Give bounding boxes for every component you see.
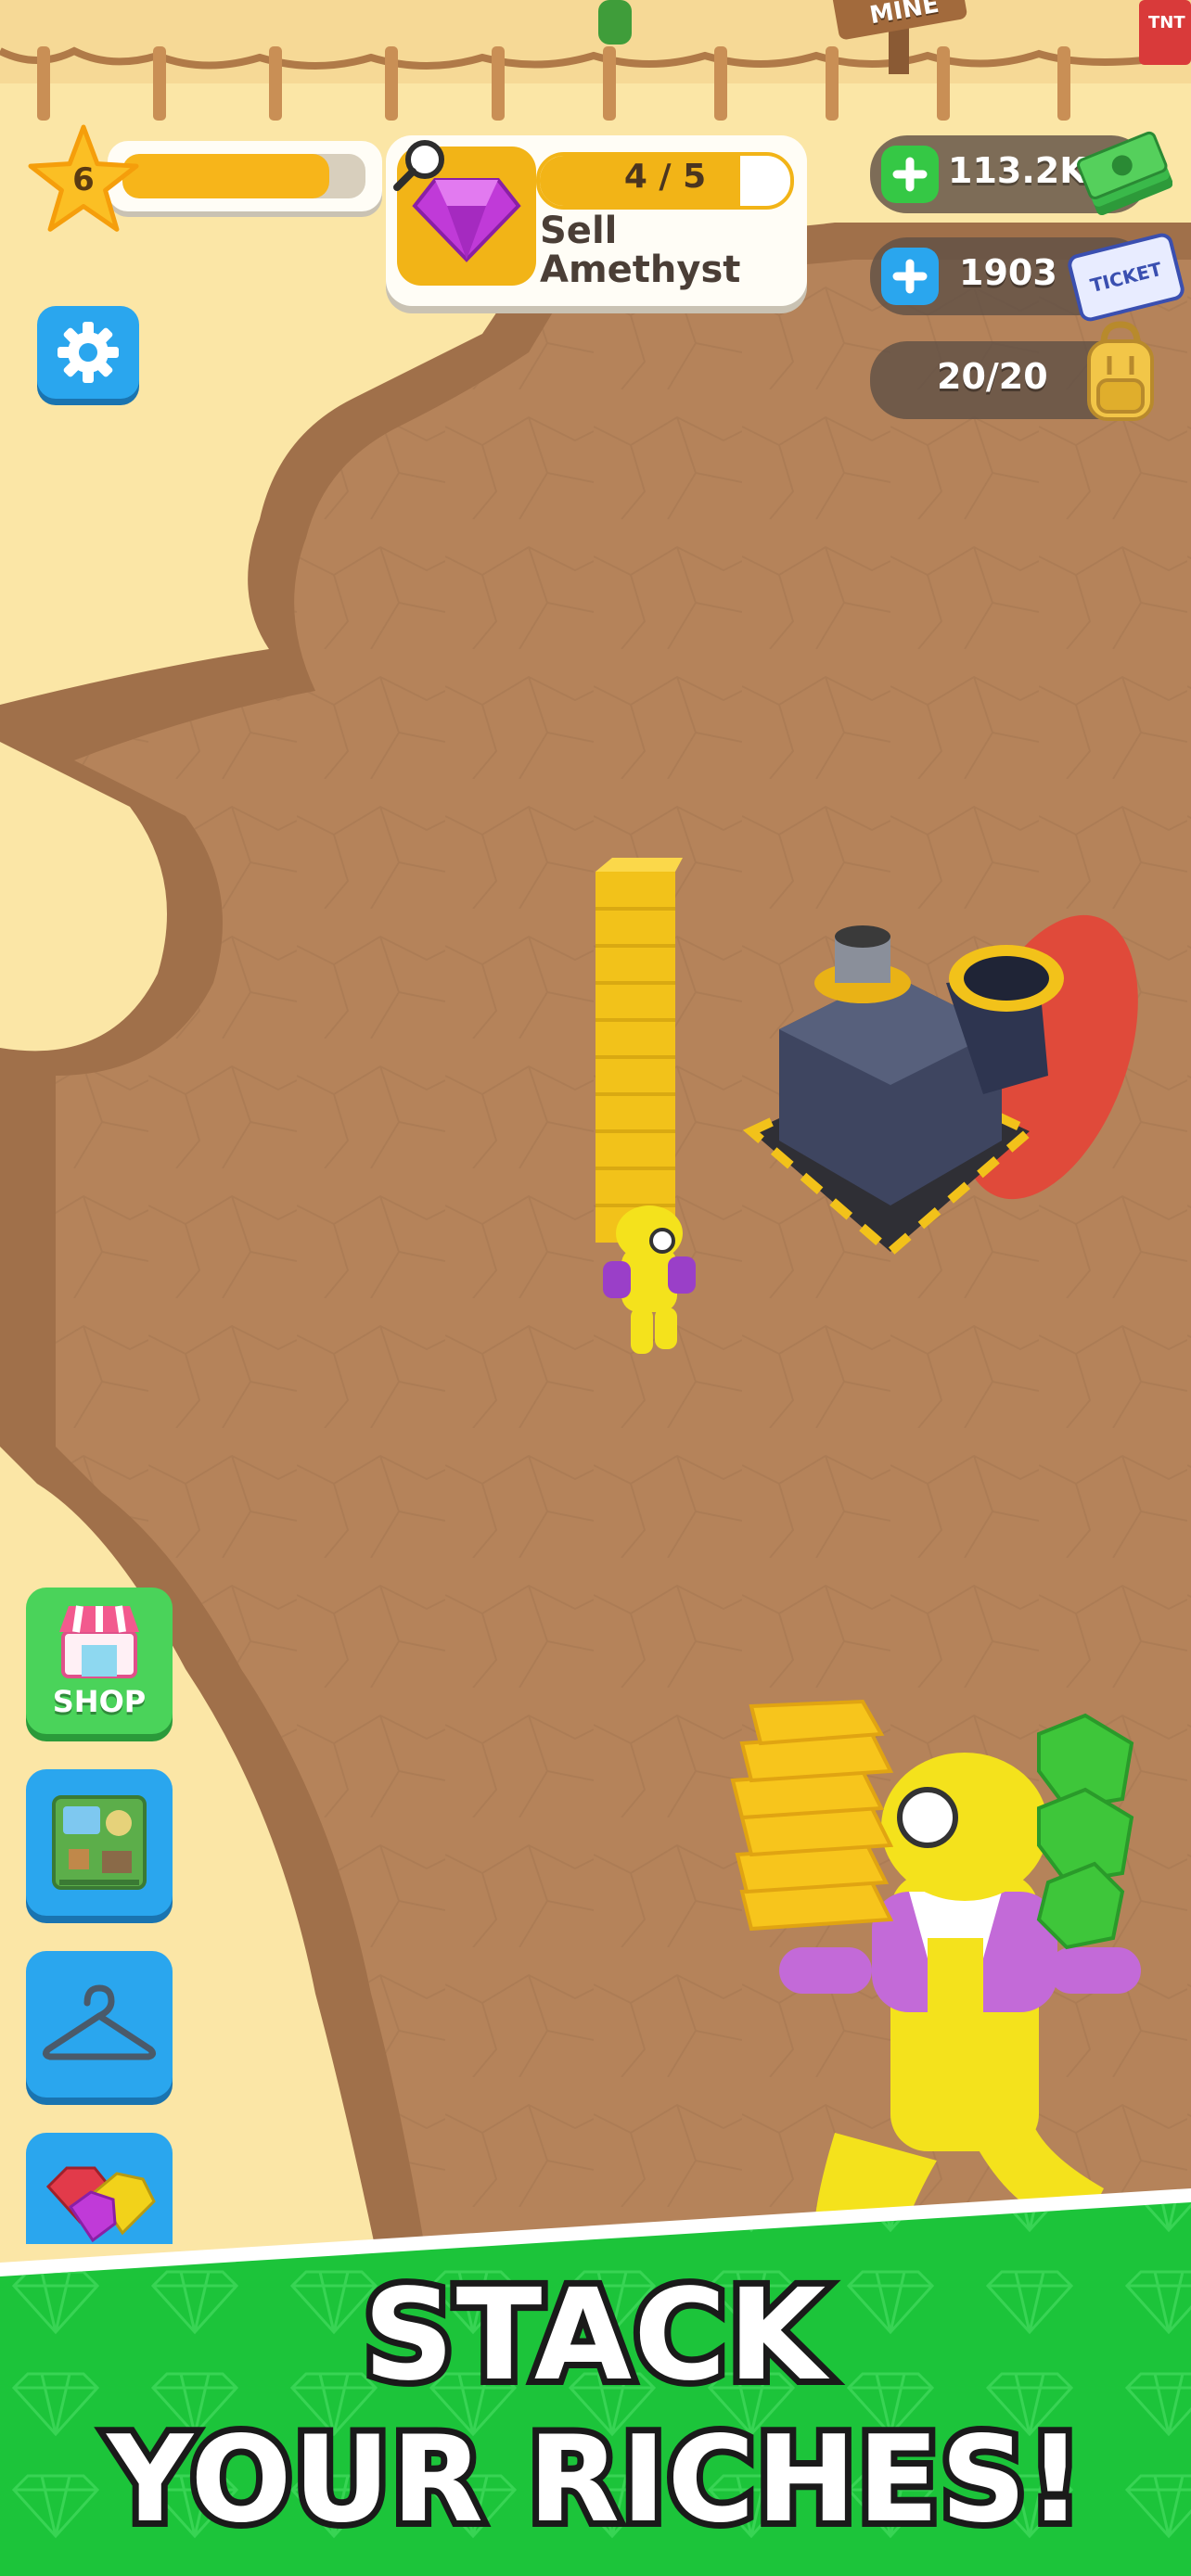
quest-title-line2: Amethyst <box>540 249 741 291</box>
backpack-capacity: 20/20 <box>937 356 1048 397</box>
quest-gem-badge <box>393 140 536 286</box>
tnt-label: TNT <box>1148 13 1185 32</box>
ticket-label: TICKET <box>1087 257 1165 298</box>
add-cash-button[interactable] <box>881 146 939 203</box>
backpack-pill: 20/20 <box>870 321 1154 421</box>
level-number: 6 <box>72 161 95 198</box>
level-bar-fill <box>122 154 329 198</box>
hanger-icon <box>42 1984 157 2060</box>
backpack-icon <box>1087 321 1154 421</box>
outfit-button[interactable] <box>26 1951 173 2098</box>
level-bar-track <box>122 154 365 198</box>
map-icon <box>52 1795 147 1890</box>
shop-label: SHOP <box>52 1684 147 1719</box>
plus-icon <box>892 259 928 294</box>
ticket-amount: 1903 <box>959 252 1057 293</box>
add-ticket-button[interactable] <box>881 248 939 305</box>
gems-button[interactable] <box>26 2133 173 2244</box>
cash-pill: 113.2K <box>870 131 1172 215</box>
settings-button[interactable] <box>37 306 139 399</box>
gems-icon <box>45 2166 156 2243</box>
quest-card[interactable]: 4 / 5 Sell Amethyst <box>386 135 807 306</box>
map-button[interactable] <box>26 1769 173 1916</box>
quest-progress-text: 4 / 5 <box>623 158 707 196</box>
shop-button[interactable]: SHOP <box>26 1588 173 1734</box>
gear-icon <box>58 322 119 383</box>
promo-line2: YOUR RICHES! <box>100 2404 1088 2556</box>
magnifier-icon <box>393 140 444 191</box>
cash-amount: 113.2K <box>948 150 1087 191</box>
level-widget: 6 <box>26 124 382 232</box>
cash-icon <box>1077 131 1172 215</box>
ticket-pill: 1903 TICKET <box>870 231 1187 324</box>
quest-title-line1: Sell <box>540 210 618 252</box>
plus-icon <box>892 157 928 192</box>
shop-icon <box>59 1605 139 1678</box>
promo-line1: STACK <box>357 2256 833 2416</box>
